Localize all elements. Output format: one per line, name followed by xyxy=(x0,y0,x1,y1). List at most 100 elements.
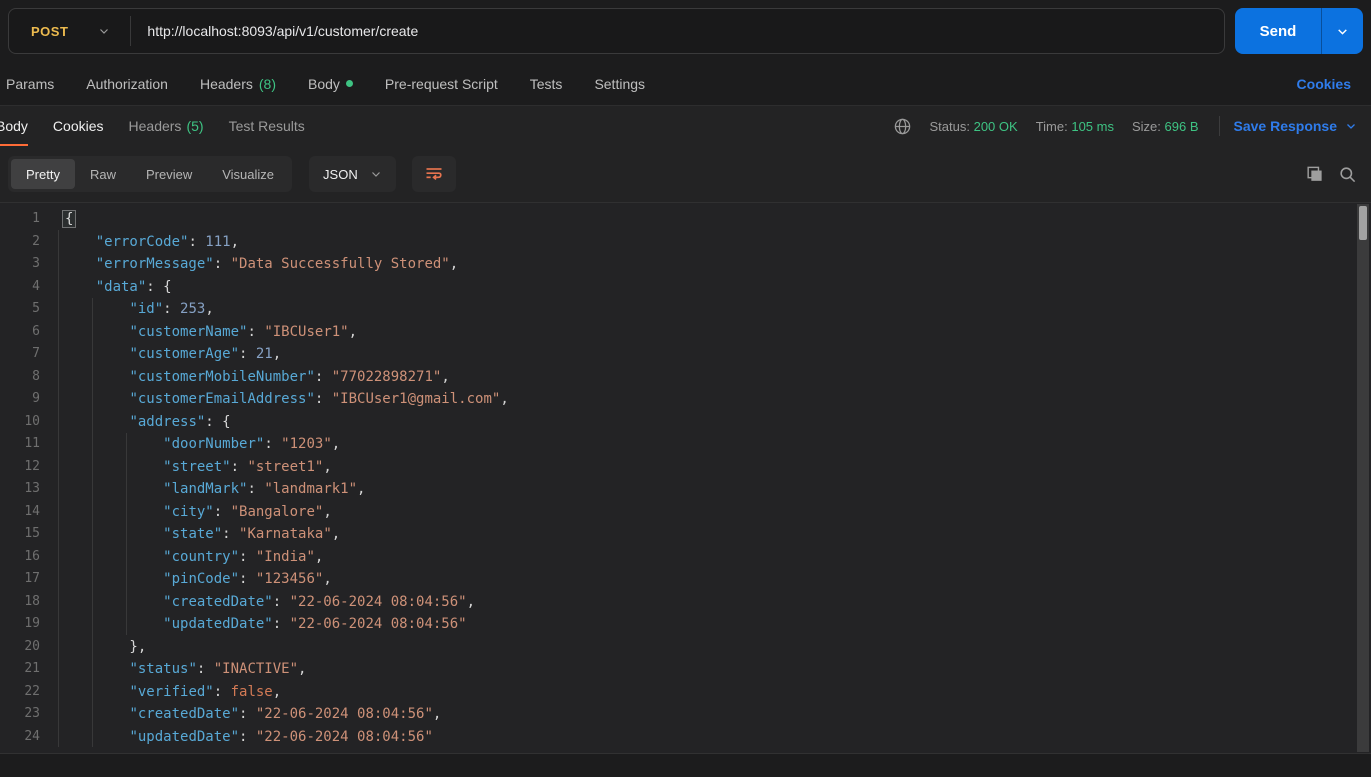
json-token: : xyxy=(214,256,231,272)
wrap-text-button[interactable] xyxy=(412,156,456,192)
line-content: "landMark": "landmark1", xyxy=(62,478,365,501)
response-tab-headers[interactable]: Headers(5) xyxy=(129,106,204,146)
line-number: 14 xyxy=(0,501,40,524)
json-token: "IBCUser1" xyxy=(264,324,348,340)
line-number: 9 xyxy=(0,388,40,411)
tab-count: (8) xyxy=(259,76,276,92)
line-content: "customerName": "IBCUser1", xyxy=(62,321,357,344)
code-line: 20 }, xyxy=(0,636,1371,659)
chevron-down-icon xyxy=(1345,120,1357,132)
json-key: "customerMobileNumber" xyxy=(129,369,314,385)
tab-label: Pre-request Script xyxy=(385,76,498,92)
json-code: 1{2 "errorCode": 111,3 "errorMessage": "… xyxy=(0,203,1371,748)
request-tab-settings[interactable]: Settings xyxy=(594,76,645,92)
send-button[interactable]: Send xyxy=(1235,8,1321,54)
line-content: "customerMobileNumber": "77022898271", xyxy=(62,366,450,389)
json-key: "street" xyxy=(163,459,230,475)
code-line: 15 "state": "Karnataka", xyxy=(0,523,1371,546)
line-content: "state": "Karnataka", xyxy=(62,523,340,546)
response-tab-test-results[interactable]: Test Results xyxy=(229,106,305,146)
code-line: 18 "createdDate": "22-06-2024 08:04:56", xyxy=(0,591,1371,614)
request-tab-params[interactable]: Params xyxy=(6,76,54,92)
view-mode-pretty[interactable]: Pretty xyxy=(11,159,75,189)
json-token: , xyxy=(298,661,306,677)
json-token: 21 xyxy=(256,346,273,362)
json-token xyxy=(62,346,129,362)
json-token xyxy=(62,301,129,317)
send-options-button[interactable] xyxy=(1321,8,1363,54)
save-response-button[interactable]: Save Response xyxy=(1234,118,1358,134)
size-label: Size: xyxy=(1132,119,1161,134)
indent-guide xyxy=(126,433,127,635)
line-content: "customerAge": 21, xyxy=(62,343,281,366)
json-token: : xyxy=(197,661,214,677)
json-token: : xyxy=(239,706,256,722)
line-number: 11 xyxy=(0,433,40,456)
search-icon[interactable] xyxy=(1338,165,1357,184)
tab-label: Settings xyxy=(594,76,645,92)
request-tab-pre-request-script[interactable]: Pre-request Script xyxy=(385,76,498,92)
code-line: 3 "errorMessage": "Data Successfully Sto… xyxy=(0,253,1371,276)
json-token: "IBCUser1@gmail.com" xyxy=(332,391,501,407)
json-token: , xyxy=(450,256,458,272)
cookies-link[interactable]: Cookies xyxy=(1297,76,1351,92)
code-line: 23 "createdDate": "22-06-2024 08:04:56", xyxy=(0,703,1371,726)
method-selector[interactable]: POST xyxy=(9,24,130,39)
response-view-toolbar: PrettyRawPreviewVisualize JSON xyxy=(0,146,1371,202)
line-content: "country": "India", xyxy=(62,546,323,569)
line-content: "createdDate": "22-06-2024 08:04:56", xyxy=(62,703,441,726)
json-key: "verified" xyxy=(129,684,213,700)
line-number: 23 xyxy=(0,703,40,726)
json-key: "customerName" xyxy=(129,324,247,340)
view-mode-visualize[interactable]: Visualize xyxy=(207,159,289,189)
copy-icon[interactable] xyxy=(1305,165,1324,184)
json-token: 111 xyxy=(205,234,230,250)
line-content: "street": "street1", xyxy=(62,456,332,479)
json-token: "Karnataka" xyxy=(239,526,332,542)
json-token xyxy=(62,504,163,520)
body-modified-dot-icon xyxy=(346,80,353,87)
line-number: 20 xyxy=(0,636,40,659)
view-mode-raw[interactable]: Raw xyxy=(75,159,131,189)
json-token: : xyxy=(188,234,205,250)
json-key: "status" xyxy=(129,661,196,677)
json-token: : xyxy=(315,369,332,385)
url-bar: POST http://localhost:8093/api/v1/custom… xyxy=(8,8,1225,54)
tab-label: Headers xyxy=(129,118,182,134)
code-line: 7 "customerAge": 21, xyxy=(0,343,1371,366)
json-token xyxy=(62,729,129,745)
request-tabs-row: Params Authorization Headers(8) Body Pre-req… xyxy=(0,62,1371,106)
code-line: 1{ xyxy=(0,208,1371,231)
request-tab-tests[interactable]: Tests xyxy=(530,76,563,92)
globe-icon[interactable] xyxy=(893,117,912,136)
view-mode-preview[interactable]: Preview xyxy=(131,159,207,189)
request-tab-headers[interactable]: Headers(8) xyxy=(200,76,276,92)
line-number: 5 xyxy=(0,298,40,321)
response-tab-cookies[interactable]: Cookies xyxy=(53,106,104,146)
json-token: , xyxy=(231,234,239,250)
json-key: "state" xyxy=(163,526,222,542)
url-input[interactable]: http://localhost:8093/api/v1/customer/cr… xyxy=(147,23,418,39)
scrollbar-thumb[interactable] xyxy=(1359,206,1367,240)
code-line: 14 "city": "Bangalore", xyxy=(0,501,1371,524)
json-token: : xyxy=(315,391,332,407)
json-key: "customerAge" xyxy=(129,346,239,362)
json-token: "India" xyxy=(256,549,315,565)
tab-label: Body xyxy=(308,76,340,92)
line-number: 8 xyxy=(0,366,40,389)
format-selector[interactable]: JSON xyxy=(309,156,396,192)
json-token: , xyxy=(500,391,508,407)
size-pair: Size: 696 B xyxy=(1132,119,1199,134)
json-token: : xyxy=(264,436,281,452)
code-line: 22 "verified": false, xyxy=(0,681,1371,704)
line-content: "id": 253, xyxy=(62,298,214,321)
request-tab-body[interactable]: Body xyxy=(308,76,353,92)
line-number: 21 xyxy=(0,658,40,681)
json-token: : xyxy=(239,729,256,745)
response-tab-body[interactable]: Body xyxy=(0,106,28,146)
json-token: : xyxy=(239,571,256,587)
json-token xyxy=(62,279,96,295)
scrollbar-track[interactable] xyxy=(1357,204,1369,752)
view-mode-switcher: PrettyRawPreviewVisualize xyxy=(8,156,292,192)
request-tab-authorization[interactable]: Authorization xyxy=(86,76,168,92)
